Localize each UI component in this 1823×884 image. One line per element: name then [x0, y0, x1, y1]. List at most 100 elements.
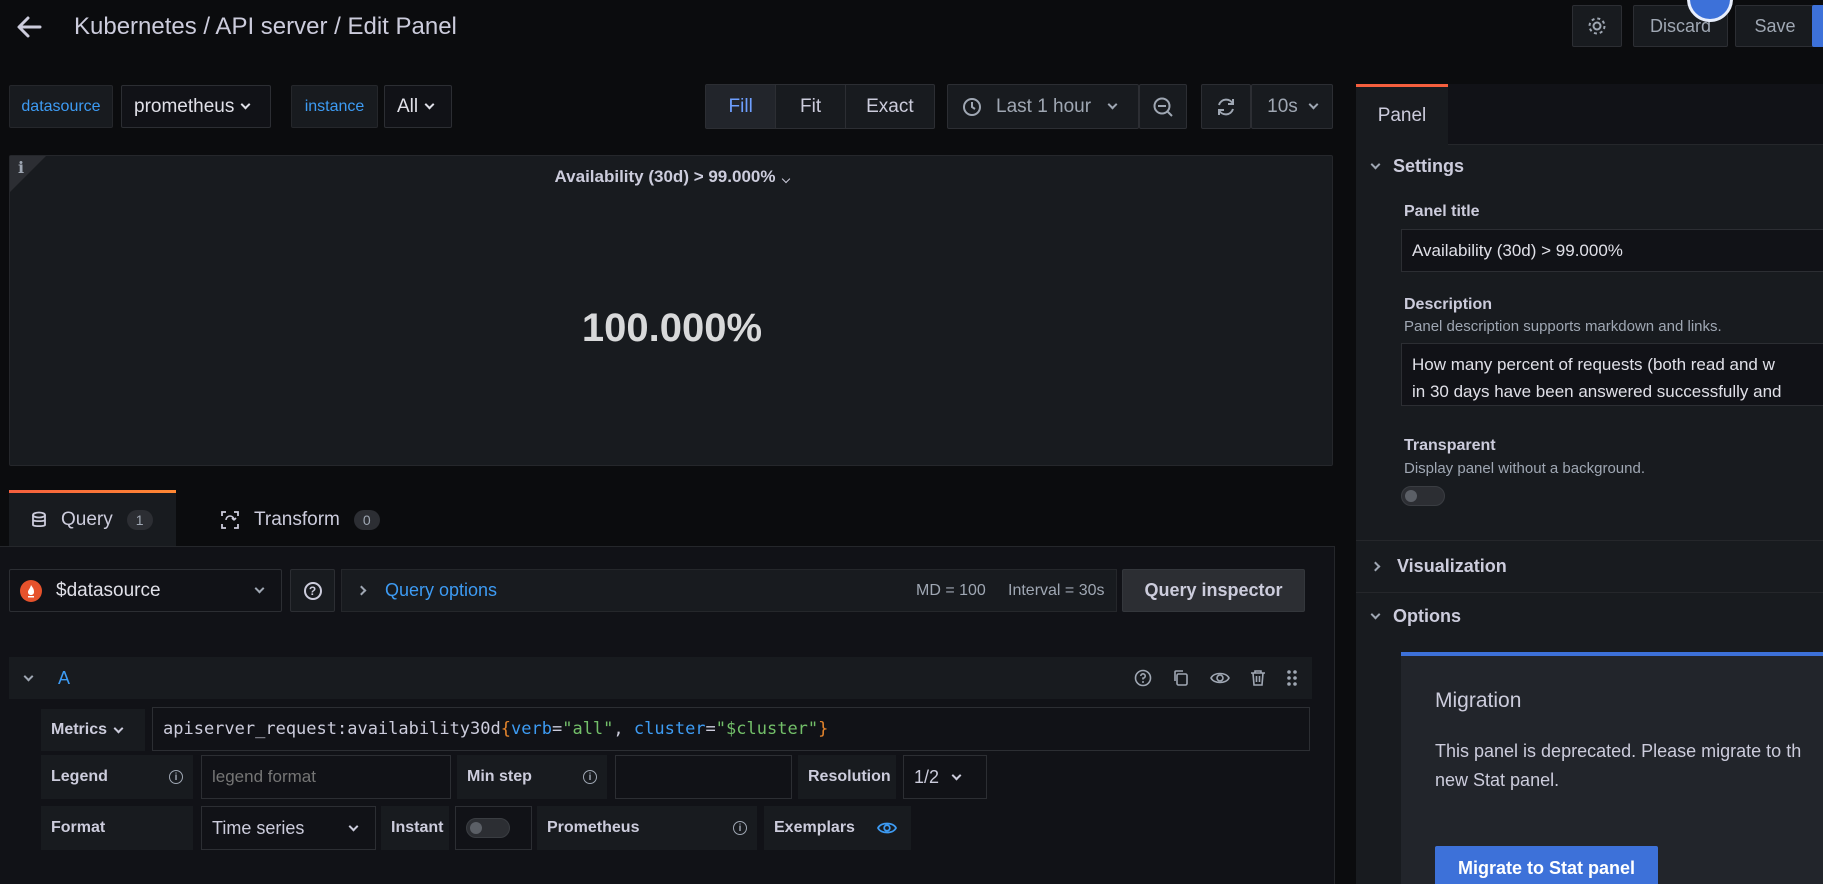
view-mode-fit[interactable]: Fit	[775, 85, 844, 128]
description-textarea[interactable]: How many percent of requests (both read …	[1401, 343, 1823, 406]
min-step-label: Min step	[467, 768, 532, 785]
settings-section-header[interactable]: Settings	[1370, 154, 1812, 178]
chevron-down-icon	[951, 770, 962, 780]
datasource-picker[interactable]: $datasource	[9, 569, 282, 612]
transparent-help: Display panel without a background.	[1404, 460, 1645, 477]
query-inspector-button[interactable]: Query inspector	[1122, 569, 1305, 612]
expr-label-key: verb	[511, 719, 552, 739]
expr-brace: {	[500, 719, 512, 739]
resolution-select[interactable]: 1/2	[903, 755, 987, 799]
var-label-datasource: datasource	[9, 85, 113, 128]
tab-transform[interactable]: Transform 0	[220, 493, 400, 546]
format-value: Time series	[212, 817, 305, 838]
copy-icon[interactable]	[1172, 669, 1190, 687]
eye-icon	[877, 822, 897, 834]
metrics-label: Metrics	[51, 721, 108, 738]
help-icon: ?	[303, 581, 322, 600]
refresh-interval-select[interactable]: 10s	[1251, 84, 1333, 129]
metrics-dropdown[interactable]: Metrics	[41, 709, 145, 751]
migration-text: This panel is deprecated. Please migrate…	[1435, 737, 1801, 795]
eye-icon[interactable]	[1210, 669, 1230, 687]
save-button[interactable]: Save	[1735, 5, 1815, 47]
zoom-out-button[interactable]	[1139, 84, 1187, 129]
query-row-actions	[1134, 669, 1298, 687]
expr-operator: =	[705, 719, 716, 739]
transparent-label: Transparent	[1404, 437, 1496, 454]
chevron-down-icon	[1308, 99, 1319, 110]
query-row-header[interactable]: A	[9, 657, 1312, 699]
expr-separator: ,	[613, 719, 634, 739]
min-step-label-cell: Min step i	[457, 755, 607, 799]
var-select-datasource[interactable]: prometheus	[121, 85, 271, 128]
zoom-out-icon	[1153, 97, 1173, 117]
chevron-down-icon	[424, 99, 435, 110]
query-expression-field[interactable]: apiserver_request:availability30d{verb = "…	[152, 707, 1310, 751]
expr-operator: =	[551, 719, 563, 739]
legend-input[interactable]	[201, 755, 451, 799]
options-section-header[interactable]: Options	[1370, 604, 1812, 628]
time-picker[interactable]: Last 1 hour	[947, 84, 1139, 129]
panel-title[interactable]: Availability (30d) > 99.000%	[10, 167, 1334, 187]
options-label: Options	[1393, 605, 1461, 626]
chevron-down-icon	[348, 821, 359, 831]
visualization-section-header[interactable]: Visualization	[1370, 554, 1812, 578]
drag-handle-icon[interactable]	[1286, 669, 1298, 687]
refresh-button[interactable]	[1201, 84, 1251, 129]
chevron-right-icon	[1370, 561, 1381, 571]
settings-button[interactable]	[1572, 5, 1622, 47]
blue-edge-button[interactable]	[1812, 5, 1823, 47]
interval-readout: Interval = 30s	[1008, 581, 1105, 599]
instant-toggle[interactable]	[466, 818, 510, 838]
tab-query[interactable]: Query 1	[9, 490, 176, 546]
expr-label-value: "$cluster"	[715, 719, 819, 739]
query-ref-id: A	[58, 667, 71, 688]
trash-icon[interactable]	[1250, 669, 1266, 687]
info-icon[interactable]: i	[169, 770, 183, 784]
tab-count-badge: 0	[353, 509, 380, 530]
migration-line: new Stat panel.	[1435, 770, 1560, 790]
transparent-toggle[interactable]	[1401, 486, 1445, 506]
divider	[1356, 540, 1823, 541]
refresh-interval-value: 10s	[1267, 95, 1298, 117]
datasource-help-button[interactable]: ?	[290, 569, 335, 612]
info-icon[interactable]: i	[583, 770, 597, 784]
chevron-down-icon	[1107, 99, 1118, 110]
description-label: Description	[1404, 296, 1493, 313]
instant-label: Instant	[381, 806, 449, 850]
prometheus-label: Prometheus	[547, 819, 640, 836]
resolution-value: 1/2	[914, 766, 940, 787]
tab-label: Query	[61, 508, 113, 530]
query-options-bar[interactable]: Query options MD = 100 Interval = 30s	[341, 569, 1117, 612]
page-title: Kubernetes / API server / Edit Panel	[74, 13, 457, 40]
gear-icon	[1588, 17, 1606, 35]
view-mode-exact[interactable]: Exact	[844, 85, 934, 128]
instant-toggle-cell	[455, 806, 532, 850]
divider	[1356, 592, 1823, 593]
migrate-to-stat-button[interactable]: Migrate to Stat panel	[1435, 846, 1658, 884]
var-label-instance: instance	[291, 85, 378, 128]
exemplars-cell[interactable]: Exemplars	[764, 806, 911, 850]
view-mode-group: Fill Fit Exact	[705, 84, 935, 129]
format-select[interactable]: Time series	[201, 806, 376, 850]
min-step-input[interactable]	[615, 755, 792, 799]
chevron-down-icon	[113, 723, 124, 733]
chevron-down-icon	[240, 99, 251, 110]
transform-icon	[221, 510, 239, 529]
back-arrow-icon[interactable]	[14, 12, 44, 42]
info-icon[interactable]: i	[733, 821, 747, 835]
panel-title-input[interactable]: Availability (30d) > 99.000%	[1401, 229, 1823, 272]
chevron-down-icon	[1370, 609, 1381, 619]
resolution-label: Resolution	[798, 755, 896, 799]
migration-title: Migration	[1435, 689, 1522, 712]
description-line: in 30 days have been answered successful…	[1412, 382, 1782, 401]
var-select-instance[interactable]: All	[384, 85, 452, 128]
settings-label: Settings	[1393, 155, 1465, 176]
help-icon[interactable]	[1134, 669, 1152, 687]
panel-title-text: Availability (30d) > 99.000%	[554, 167, 776, 186]
description-line: How many percent of requests (both read …	[1412, 355, 1775, 374]
panel-title-label: Panel title	[1404, 203, 1480, 220]
view-mode-fill[interactable]: Fill	[706, 85, 776, 128]
description-help: Panel description supports markdown and …	[1404, 318, 1722, 335]
tab-panel[interactable]: Panel	[1356, 84, 1448, 145]
expr-metric: apiserver_request:availability30d	[163, 719, 501, 739]
